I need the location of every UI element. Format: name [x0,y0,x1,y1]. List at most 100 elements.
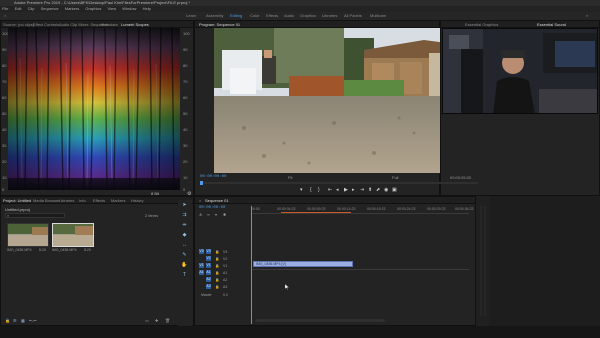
linked-selection-icon[interactable]: ∞ [207,212,210,217]
work-area-bar[interactable] [281,212,351,213]
go-to-in-icon[interactable]: ⇤ [328,187,332,193]
timeline-clip[interactable]: IMG_0455.MP4 [V] [253,261,353,267]
mark-out-icon[interactable]: } [318,187,320,193]
new-item-icon[interactable]: ✚ [155,318,158,323]
wrench-icon[interactable]: ✱ [223,212,226,217]
tab-effects[interactable]: Effects [93,197,105,204]
lock-icon[interactable]: 🔒 [215,257,219,261]
track-target-v1[interactable]: V1 [206,263,211,268]
source-patch-v1[interactable]: V1 [199,263,204,268]
menu-view[interactable]: View [107,6,116,11]
step-back-icon[interactable]: ◂ [336,187,339,193]
program-scrubber[interactable] [200,181,478,185]
tab-sequence[interactable]: Sequence 01 [205,197,229,204]
menu-markers[interactable]: Markers [65,6,79,11]
razor-tool-icon[interactable]: ◆ [181,232,188,239]
program-fit[interactable]: Fit [288,175,292,180]
tab-markers[interactable]: Markers [111,197,125,204]
menu-clip[interactable]: Clip [28,6,35,11]
type-tool-icon[interactable]: T [181,272,188,279]
snap-icon[interactable]: ⋔ [199,212,202,217]
source-patch-a1[interactable]: A1 [199,270,204,275]
track-target-v2[interactable]: V2 [206,256,211,261]
lock-icon[interactable]: 🔒 [215,271,219,275]
add-marker-icon[interactable]: ▾ [300,187,303,193]
workspace-assembly[interactable]: Assembly [206,12,223,20]
icon-view-icon[interactable]: ▦ [21,318,25,323]
menu-help[interactable]: Help [143,6,151,11]
tab-effect-controls[interactable]: Effect Controls [33,21,59,28]
workspace-graphics[interactable]: Graphics [300,12,316,20]
track-target-a1[interactable]: A1 [206,270,211,275]
close-icon[interactable]: × [199,197,201,204]
lock-icon[interactable]: 🔒 [215,278,219,282]
tab-essential-graphics[interactable]: Essential Graphics [465,21,498,28]
program-quality[interactable]: Full [392,175,398,180]
selection-tool-icon[interactable]: ➤ [181,202,188,209]
pen-tool-icon[interactable]: ✎ [181,252,188,259]
workspace-multicam[interactable]: Multicam [370,12,386,20]
zoom-slider[interactable]: ━○━ [29,318,36,323]
hand-tool-icon[interactable]: ✋ [181,262,188,269]
mark-in-icon[interactable]: { [310,187,312,193]
export-frame-icon[interactable]: ◉ [384,187,388,193]
tab-metadata[interactable]: Metadata [101,21,118,28]
tab-program[interactable]: Program: Sequence 01 [199,21,240,28]
program-playhead[interactable] [200,181,203,185]
scale-tick: 50 [2,111,7,116]
lock-icon[interactable]: 🔒 [215,250,219,254]
tab-info[interactable]: Info [79,197,86,204]
tab-source[interactable]: Source: (no clips) [3,21,34,28]
menu-graphics[interactable]: Graphics [85,6,101,11]
lock-icon[interactable]: 🔒 [215,264,219,268]
timeline-timecode[interactable]: 00:00:00:00 [199,206,225,210]
delete-icon[interactable]: 🗑 [165,318,170,323]
workspace-learn[interactable]: Learn [186,12,196,20]
project-search-input[interactable]: ⌕ [5,213,65,218]
program-timecode[interactable]: 00:00:00:00 [200,175,226,179]
timeline-ruler[interactable]: 00:00 00:00:04:23 00:00:09:23 00:00:14:2… [251,206,474,214]
menu-file[interactable]: File [2,6,8,11]
home-icon[interactable]: ⌂ [4,12,6,20]
workspace-color[interactable]: Color [250,12,260,20]
search-icon[interactable]: ⌕ [586,12,588,20]
go-to-out-icon[interactable]: ⇥ [360,187,364,193]
track-target-a2[interactable]: A2 [206,277,211,282]
list-view-icon[interactable]: ☰ [13,318,17,323]
track-target-a3[interactable]: A3 [206,284,211,289]
tab-project[interactable]: Project: Untitled [3,197,31,204]
tab-media-browser[interactable]: Media Browser [33,197,60,204]
menu-window[interactable]: Window [122,6,136,11]
workspace-audio[interactable]: Audio [284,12,294,20]
menu-sequence[interactable]: Sequence [41,6,59,11]
menu-edit[interactable]: Edit [15,6,22,11]
track-select-tool-icon[interactable]: ⇉ [181,212,188,219]
lift-icon[interactable]: ⬆ [368,187,372,193]
workspace-libraries[interactable]: Libraries [322,12,337,20]
tab-essential-sound[interactable]: Essential Sound [537,21,566,28]
source-patch-v3[interactable]: V3 [199,249,204,254]
ripple-edit-tool-icon[interactable]: ⇹ [181,222,188,229]
timeline-playhead[interactable] [251,206,252,324]
webcam-picture [443,29,597,113]
new-bin-icon[interactable]: ▭ [145,318,149,323]
timeline-scrollbar[interactable] [255,319,385,322]
lock-icon[interactable]: 🔒 [5,318,10,323]
comparison-view-icon[interactable]: ▣ [392,187,397,193]
step-forward-icon[interactable]: ▸ [352,187,355,193]
program-video-frame [214,28,470,173]
add-marker-icon[interactable]: ▾ [215,212,217,217]
clip-thumbnail[interactable] [7,223,49,247]
master-value[interactable]: 0.0 [223,293,228,297]
extract-icon[interactable]: ⬈ [376,187,380,193]
tab-history[interactable]: History [131,197,143,204]
workspace-all-panels[interactable]: All Panels [344,12,362,20]
slip-tool-icon[interactable]: ↔ [181,242,188,249]
clip-thumbnail-selected[interactable] [52,223,94,247]
tab-libraries[interactable]: Libraries [59,197,74,204]
track-target-v3[interactable]: V3 [206,249,211,254]
lock-icon[interactable]: 🔒 [215,285,219,289]
play-icon[interactable]: ▶ [344,187,348,193]
tab-lumetri-scopes[interactable]: Lumetri Scopes [121,21,149,28]
workspace-effects[interactable]: Effects [266,12,278,20]
